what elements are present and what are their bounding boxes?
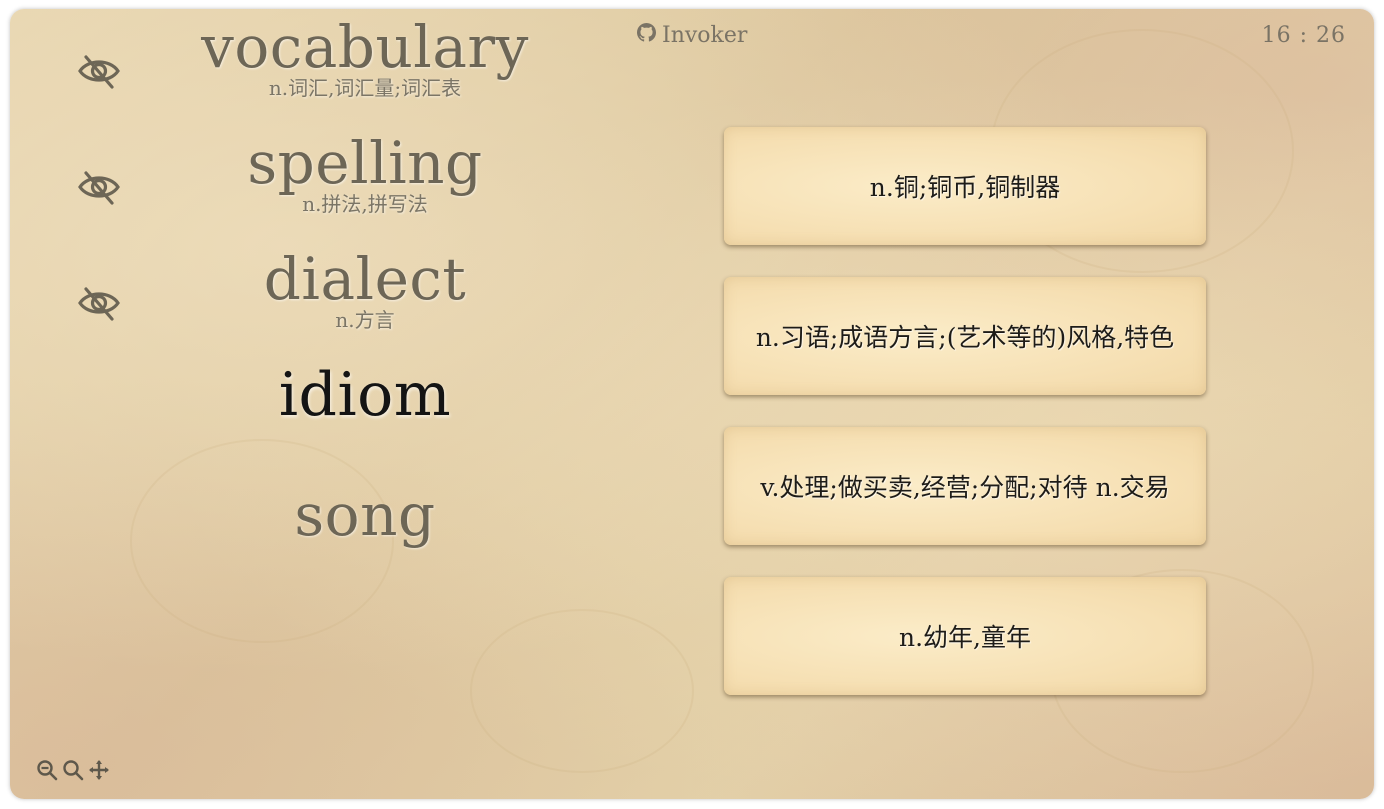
word-meaning: n.拼法,拼写法: [302, 192, 428, 216]
word-text: spelling: [247, 129, 483, 197]
word-item[interactable]: spelling n.拼法,拼写法: [150, 133, 580, 215]
github-label: Invoker: [662, 23, 748, 48]
current-word[interactable]: idiom: [150, 365, 580, 425]
app-window: Invoker 16 : 26 vocabulary n.词汇,词汇量;词汇表 …: [10, 9, 1374, 799]
eye-slash-icon[interactable]: [76, 51, 122, 91]
view-tools: [36, 759, 110, 781]
word-text: vocabulary: [201, 13, 529, 81]
zoom-in-icon[interactable]: [62, 759, 84, 781]
word-text: song: [294, 481, 436, 549]
eye-slash-icon[interactable]: [76, 283, 122, 323]
option-card[interactable]: n.幼年,童年: [724, 577, 1206, 695]
github-icon: [637, 23, 656, 48]
option-card[interactable]: v.处理;做买卖,经营;分配;对待 n.交易: [724, 427, 1206, 545]
move-icon[interactable]: [88, 759, 110, 781]
option-card[interactable]: n.习语;成语方言;(艺术等的)风格,特色: [724, 277, 1206, 395]
zoom-out-icon[interactable]: [36, 759, 58, 781]
word-item[interactable]: song: [150, 485, 580, 545]
background-ornament: [470, 609, 694, 773]
word-meaning: n.方言: [335, 308, 395, 332]
option-card[interactable]: n.铜;铜币,铜制器: [724, 127, 1206, 245]
word-item[interactable]: vocabulary n.词汇,词汇量;词汇表: [150, 17, 580, 99]
github-link[interactable]: Invoker: [637, 23, 747, 48]
word-item[interactable]: dialect n.方言: [150, 249, 580, 331]
word-text: idiom: [278, 360, 452, 430]
word-text: dialect: [263, 245, 467, 313]
eye-slash-icon[interactable]: [76, 167, 122, 207]
clock: 16 : 26: [1261, 23, 1346, 48]
